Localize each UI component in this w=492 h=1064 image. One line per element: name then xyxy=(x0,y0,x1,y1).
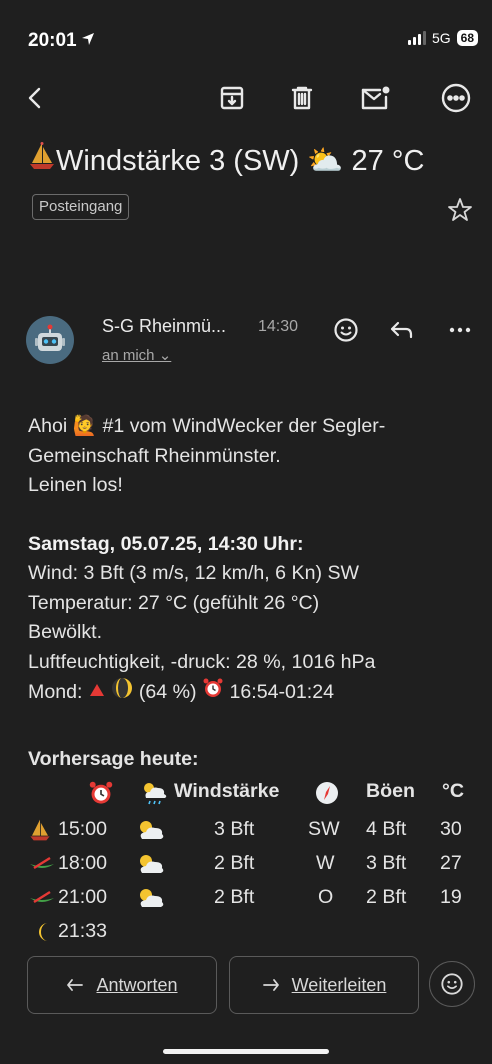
forward-icon xyxy=(262,979,279,991)
forecast-header-row: Windstärke Böen °C xyxy=(28,780,478,809)
network-label: 5G xyxy=(431,30,451,46)
humidity-line: Luftfeuchtigkeit, -druck: 28 %, 1016 hPa xyxy=(28,650,376,673)
star-button[interactable] xyxy=(446,196,474,229)
sender-name[interactable]: S-G Rheinmü... xyxy=(102,316,226,337)
react-emoji-button[interactable] xyxy=(328,312,364,348)
more-icon xyxy=(441,83,471,113)
forecast-row: 21:00 2 Bft O 2 Bft 19 xyxy=(28,886,478,915)
crescent-moon-icon xyxy=(34,920,56,950)
cloud-sun-icon xyxy=(136,886,166,916)
recipient-details[interactable]: an mich ⌄ xyxy=(102,346,171,364)
email-body: Ahoi 🙋 #1 vom WindWecker der Segler- Gem… xyxy=(28,412,478,709)
mark-unread-button[interactable] xyxy=(356,78,396,118)
more-horizontal-icon xyxy=(449,327,471,333)
temperature-line: Temperatur: 27 °C (gefühlt 26 °C) xyxy=(28,591,320,614)
reply-action-button[interactable]: Antworten xyxy=(27,956,217,1014)
sky-line: Bewölkt. xyxy=(28,621,103,643)
reply-icon xyxy=(67,979,84,991)
inbox-label-chip[interactable]: Posteingang xyxy=(32,193,130,220)
date-heading: Samstag, 05.07.25, 14:30 Uhr: xyxy=(28,532,304,555)
mark-unread-icon xyxy=(361,86,390,110)
archive-icon xyxy=(220,86,244,110)
sunset-row: 21:33 xyxy=(28,920,478,949)
more-options-button[interactable] xyxy=(436,78,476,118)
status-time: 20:01 xyxy=(28,30,95,52)
canoe-icon xyxy=(28,886,56,916)
triangle-up-icon xyxy=(88,678,106,708)
message-actions: Antworten Weiterleiten xyxy=(27,956,475,1014)
compass-icon xyxy=(314,780,340,812)
reply-button[interactable] xyxy=(384,312,420,348)
emoji-reaction-button[interactable] xyxy=(429,961,475,1007)
moon-phase-icon xyxy=(111,677,133,709)
message-more-button[interactable] xyxy=(442,312,478,348)
forward-action-button[interactable]: Weiterleiten xyxy=(229,956,419,1014)
delete-button[interactable] xyxy=(282,78,322,118)
cloud-sun-icon xyxy=(136,852,166,882)
mail-toolbar xyxy=(0,78,492,122)
header-gust: Böen xyxy=(366,780,415,802)
greeting-line-3: Leinen los! xyxy=(28,474,123,496)
email-subject: Windstärke 3 (SW) ⛅ 27 °C Posteingang xyxy=(28,138,468,231)
alarm-clock-icon xyxy=(88,780,114,812)
back-button[interactable] xyxy=(16,78,56,118)
sailboat-icon xyxy=(28,818,52,848)
moon-line: Mond: (64 %) 16:54-01:24 xyxy=(28,677,478,709)
emoji-icon xyxy=(441,973,463,995)
greeting-line: Ahoi 🙋 #1 vom WindWecker der Segler- xyxy=(28,415,386,437)
archive-button[interactable] xyxy=(212,78,252,118)
avatar[interactable] xyxy=(26,316,74,364)
signal-icon xyxy=(407,31,426,45)
sender-row: S-G Rheinmü... 14:30 an mich ⌄ xyxy=(26,312,476,372)
cloud-sun-icon xyxy=(136,818,166,848)
robot-icon xyxy=(35,324,65,351)
reply-icon xyxy=(390,321,413,339)
cloud-rain-icon xyxy=(140,780,170,812)
alarm-clock-icon xyxy=(202,677,224,709)
header-temp: °C xyxy=(442,780,464,802)
greeting-line-2: Gemeinschaft Rheinmünster. xyxy=(28,444,281,467)
subject-text: Windstärke 3 (SW) ⛅ 27 °C xyxy=(56,145,425,177)
trash-icon xyxy=(291,86,313,110)
sender-time: 14:30 xyxy=(258,318,299,335)
forecast-row: 18:00 2 Bft W 3 Bft 27 xyxy=(28,852,478,881)
battery-icon: 68 xyxy=(456,30,478,46)
emoji-icon xyxy=(334,318,358,342)
forecast-row: 15:00 3 Bft SW 4 Bft 30 xyxy=(28,818,478,847)
sailboat-icon xyxy=(28,139,56,185)
home-indicator[interactable] xyxy=(163,1049,329,1054)
header-wind: Windstärke xyxy=(174,780,280,802)
back-icon xyxy=(28,87,41,109)
status-indicators: 5G 68 xyxy=(407,30,478,46)
wind-line: Wind: 3 Bft (3 m/s, 12 km/h, 6 Kn) SW xyxy=(28,562,360,584)
star-icon xyxy=(448,198,472,221)
status-bar: 20:01 5G 68 xyxy=(0,0,492,80)
canoe-icon xyxy=(28,852,56,882)
location-arrow-icon xyxy=(81,30,95,52)
forecast-heading: Vorhersage heute: xyxy=(28,748,199,770)
